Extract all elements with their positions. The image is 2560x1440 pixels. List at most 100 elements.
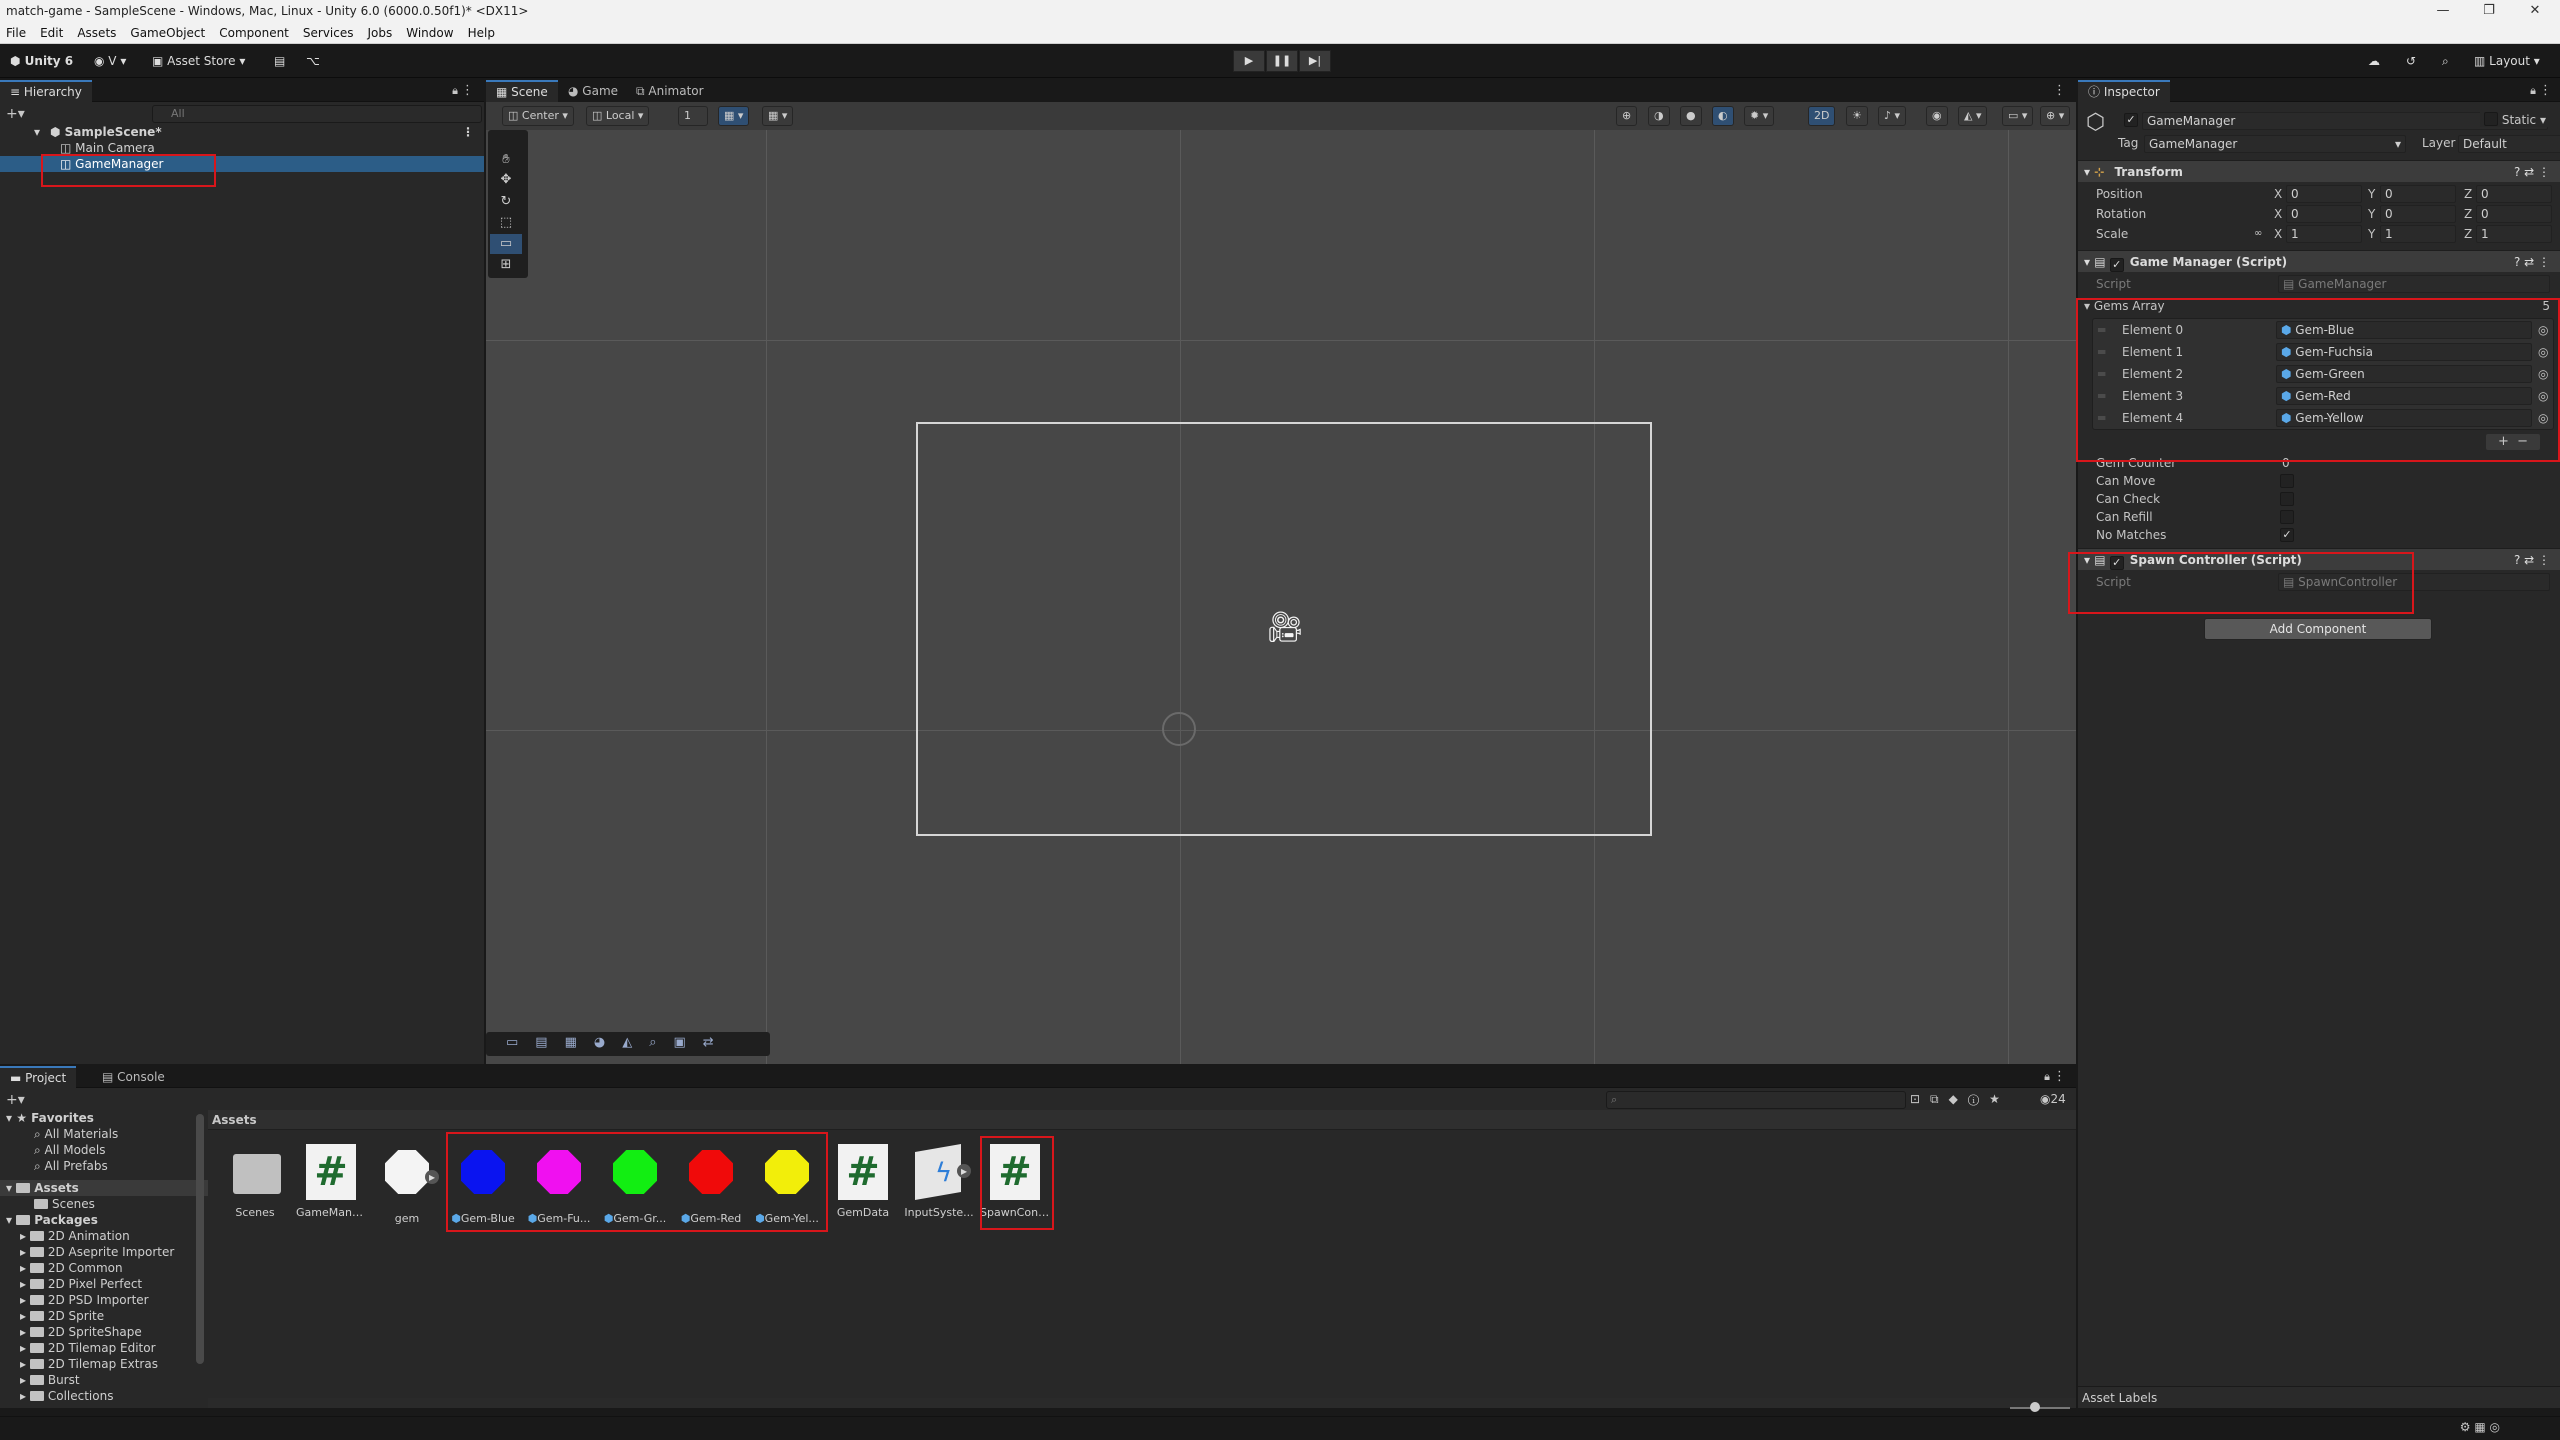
game-manager-header[interactable]: ▾ ▤ ✓ Game Manager (Script)? ⇄ ⋮ (2078, 250, 2560, 272)
asset-gem-fuchsia[interactable]: ⬢Gem-Fu... (524, 1144, 594, 1225)
menu-edit[interactable]: Edit (40, 26, 63, 40)
object-picker-icon[interactable]: ◎ (2538, 364, 2548, 384)
tree-package[interactable]: ▸ 2D Aseprite Importer (0, 1244, 208, 1260)
rotation-x-input[interactable]: 0 (2286, 205, 2362, 223)
asset-gem-blue[interactable]: ⬢Gem-Blue (448, 1144, 518, 1225)
game-manager-enabled-checkbox[interactable]: ✓ (2109, 258, 2124, 272)
tree-fav-materials[interactable]: ⌕ All Materials (0, 1126, 208, 1142)
object-picker-icon[interactable]: ◎ (2538, 342, 2548, 362)
menu-services[interactable]: Services (303, 26, 354, 40)
status-icons[interactable]: ⚙ ▦ ◎ (2460, 1420, 2500, 1434)
scene-kebab-icon[interactable]: ⋮ (2053, 83, 2066, 98)
zoom-slider-handle[interactable] (2030, 1402, 2040, 1412)
cloud-icon[interactable]: ☁ (2362, 50, 2386, 72)
can-move-checkbox[interactable] (2280, 474, 2294, 488)
asset-gemdata-script[interactable]: # GemData (828, 1144, 898, 1219)
add-component-button[interactable]: Add Component (2204, 618, 2432, 640)
gems-array-header[interactable]: ▾ Gems Array 5 (2078, 296, 2560, 316)
grid-snap-icon[interactable]: ▦ ▾ (718, 106, 750, 126)
element-1-field[interactable]: ⬢ Gem-Fuchsia (2276, 343, 2532, 361)
shading-solid-icon[interactable]: ● (1680, 106, 1702, 126)
active-checkbox[interactable]: ✓ (2124, 113, 2138, 127)
packages-icon[interactable]: ▤ (268, 50, 291, 72)
rotate-tool-icon[interactable]: ↻ (490, 192, 522, 212)
expand-asset-icon[interactable]: ▸ (957, 1164, 971, 1178)
transform-header[interactable]: ▾ ⊹ Transform? ⇄ ⋮ (2078, 160, 2560, 182)
menu-component[interactable]: Component (219, 26, 289, 40)
play-button[interactable]: ▶ (1233, 50, 1265, 72)
asset-input-system[interactable]: ϟ ▸ InputSyste... (904, 1143, 974, 1219)
asset-gem-sprite[interactable]: ▸ gem (372, 1144, 442, 1225)
asset-gamemanager-script[interactable]: # GameMana... (296, 1144, 366, 1219)
remove-element-icon[interactable]: − (2517, 434, 2528, 449)
element-3-field[interactable]: ⬢ Gem-Red (2276, 387, 2532, 405)
hierarchy-item-gamemanager[interactable]: ◫ GameManager (0, 156, 484, 172)
element-4-field[interactable]: ⬢ Gem-Yellow (2276, 409, 2532, 427)
menu-jobs[interactable]: Jobs (368, 26, 393, 40)
transform-tool-icon[interactable]: ⊞ (490, 255, 522, 275)
pivot-dropdown[interactable]: ◫ Center ▾ (502, 106, 574, 126)
object-picker-icon[interactable]: ◎ (2538, 386, 2548, 406)
spawn-controller-enabled-checkbox[interactable]: ✓ (2109, 556, 2124, 570)
expand-sprite-icon[interactable]: ▸ (425, 1170, 439, 1184)
object-picker-icon[interactable]: ◎ (2538, 320, 2548, 340)
move-tool-icon[interactable]: ✥ (490, 170, 522, 190)
tree-fav-models[interactable]: ⌕ All Models (0, 1142, 208, 1158)
element-0-field[interactable]: ⬢ Gem-Blue (2276, 321, 2532, 339)
no-matches-checkbox[interactable]: ✓ (2280, 528, 2294, 542)
inspector-kebab-icon[interactable]: ⋮ (2539, 83, 2552, 98)
inspector-lock-icon[interactable]: 🔒︎ (2530, 84, 2536, 98)
render-mode-icon[interactable]: ✹ ▾ (1744, 106, 1775, 126)
tree-scrollbar[interactable] (196, 1114, 204, 1364)
layout-dropdown[interactable]: ▥ Layout ▾ (2468, 50, 2546, 72)
tab-project[interactable]: ▬ Project (0, 1066, 77, 1088)
effects-icon[interactable]: ◭ ▾ (1958, 106, 1988, 126)
tree-package[interactable]: ▸ 2D Sprite (0, 1308, 208, 1324)
tree-assets[interactable]: ▾ Assets (0, 1180, 208, 1196)
lock-icon[interactable]: 🔒︎ (452, 84, 458, 98)
pause-button[interactable]: ❚❚ (1266, 50, 1298, 72)
snap-input[interactable]: 1 (678, 106, 708, 126)
asset-store-button[interactable]: ▣ Asset Store ▾ (146, 50, 251, 72)
asset-gem-yellow[interactable]: ⬢Gem-Yel... (752, 1144, 822, 1225)
drag-handle-icon[interactable]: ═ (2098, 386, 2105, 406)
scale-y-input[interactable]: 1 (2380, 225, 2456, 243)
tab-hierarchy[interactable]: ≡ Hierarchy (0, 80, 92, 102)
space-dropdown[interactable]: ◫ Local ▾ (586, 106, 650, 126)
tab-console[interactable]: ▤ Console (92, 1066, 175, 1088)
menu-window[interactable]: Window (406, 26, 453, 40)
rotation-y-input[interactable]: 0 (2380, 205, 2456, 223)
asset-spawncontroller-script[interactable]: # SpawnCont... (980, 1144, 1050, 1219)
tab-scene[interactable]: ▦ Scene (486, 80, 558, 102)
search-icon[interactable]: ⌕ (2436, 50, 2455, 72)
drag-handle-icon[interactable]: ═ (2098, 320, 2105, 340)
hand-tool-icon[interactable]: ✋︎ (490, 150, 522, 170)
scene-menu-icon[interactable]: ⋮ (462, 124, 474, 140)
scale-z-input[interactable]: 1 (2476, 225, 2552, 243)
project-kebab-icon[interactable]: ⋮ (2053, 1069, 2066, 1084)
link-icon[interactable]: ∞ (2254, 224, 2262, 244)
project-lock-icon[interactable]: 🔒︎ (2044, 1070, 2050, 1084)
asset-labels-bar[interactable]: Asset Labels (2078, 1386, 2560, 1408)
toggle-2d-button[interactable]: 2D (1808, 106, 1836, 126)
tree-packages[interactable]: ▾ Packages (0, 1212, 208, 1228)
tree-package[interactable]: ▸ 2D Tilemap Editor (0, 1340, 208, 1356)
tree-scenes[interactable]: Scenes (0, 1196, 208, 1212)
position-z-input[interactable]: 0 (2476, 185, 2552, 203)
create-asset-button[interactable]: +▾ (6, 1092, 25, 1108)
asset-scenes[interactable]: Scenes (220, 1144, 290, 1219)
scale-tool-icon[interactable]: ⬚ (490, 213, 522, 233)
tree-package[interactable]: ▸ 2D Common (0, 1260, 208, 1276)
scene-row[interactable]: ▾ ⬢ SampleScene* ⋮ (0, 124, 484, 140)
visibility-icon[interactable]: ◉ (1926, 106, 1948, 126)
tab-animator[interactable]: ⧉ Animator (626, 80, 714, 102)
grid-icon[interactable]: ▦ ▾ (762, 106, 794, 126)
spawn-controller-header[interactable]: ▾ ▤ ✓ Spawn Controller (Script)? ⇄ ⋮ (2078, 548, 2560, 570)
position-x-input[interactable]: 0 (2286, 185, 2362, 203)
drag-handle-icon[interactable]: ═ (2098, 342, 2105, 362)
tree-fav-prefabs[interactable]: ⌕ All Prefabs (0, 1158, 208, 1174)
array-size-field[interactable]: 5 (2542, 296, 2550, 316)
drag-handle-icon[interactable]: ═ (2098, 408, 2105, 428)
drag-handle-icon[interactable]: ═ (2098, 364, 2105, 384)
overlay-tools-icon[interactable]: ▭▤▦◕◭⌕▣⇄ (506, 1035, 731, 1050)
